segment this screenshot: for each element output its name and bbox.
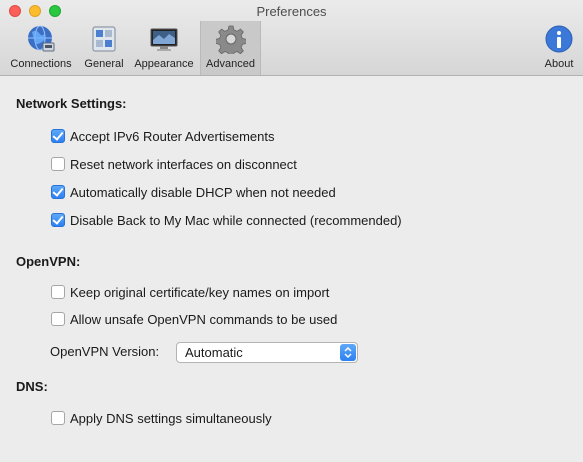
openvpn-version-label: OpenVPN Version: bbox=[50, 344, 160, 359]
checkbox-label: Apply DNS settings simultaneously bbox=[70, 410, 272, 426]
apply-dns-checkbox[interactable]: Apply DNS settings simultaneously bbox=[51, 410, 272, 426]
globe-network-icon bbox=[28, 25, 55, 52]
openvpn-version-select[interactable]: Automatic bbox=[176, 342, 358, 363]
disable-back-to-my-mac-checkbox[interactable]: Disable Back to My Mac while connected (… bbox=[51, 212, 402, 228]
checkbox-label: Reset network interfaces on disconnect bbox=[70, 156, 297, 172]
title-bar: Preferences Connections General Appearan… bbox=[0, 0, 583, 76]
checkbox-unchecked[interactable] bbox=[51, 157, 65, 171]
checkbox-checked[interactable] bbox=[51, 213, 65, 227]
accept-ipv6-checkbox[interactable]: Accept IPv6 Router Advertisements bbox=[51, 128, 274, 144]
allow-unsafe-commands-checkbox[interactable]: Allow unsafe OpenVPN commands to be used bbox=[51, 311, 337, 327]
preferences-window: Preferences Connections General Appearan… bbox=[0, 0, 583, 462]
checkbox-checked[interactable] bbox=[51, 185, 65, 199]
keep-cert-names-checkbox[interactable]: Keep original certificate/key names on i… bbox=[51, 284, 329, 300]
checkbox-unchecked[interactable] bbox=[51, 411, 65, 425]
checkbox-label: Automatically disable DHCP when not need… bbox=[70, 184, 336, 200]
openvpn-version-value: Automatic bbox=[185, 345, 243, 360]
toolbar-connections[interactable]: Connections bbox=[4, 21, 78, 75]
checkbox-label: Keep original certificate/key names on i… bbox=[70, 284, 330, 300]
toolbar-about[interactable]: About bbox=[536, 21, 582, 75]
chevron-updown-icon[interactable] bbox=[340, 344, 356, 361]
reset-interfaces-checkbox[interactable]: Reset network interfaces on disconnect bbox=[51, 156, 297, 172]
toolbar-appearance[interactable]: Appearance bbox=[130, 21, 198, 75]
checkbox-label: Accept IPv6 Router Advertisements bbox=[70, 128, 275, 144]
toolbar-general[interactable]: General bbox=[80, 21, 128, 75]
checkbox-label: Allow unsafe OpenVPN commands to be used bbox=[70, 311, 338, 327]
window-title: Preferences bbox=[256, 4, 327, 19]
display-icon bbox=[150, 28, 178, 51]
info-icon bbox=[545, 25, 573, 53]
disable-dhcp-checkbox[interactable]: Automatically disable DHCP when not need… bbox=[51, 184, 336, 200]
toolbar-label: General bbox=[84, 58, 124, 70]
openvpn-heading: OpenVPN: bbox=[16, 254, 81, 269]
dns-heading: DNS: bbox=[16, 379, 48, 394]
toolbar-advanced[interactable]: Advanced bbox=[200, 21, 261, 75]
checkbox-checked[interactable] bbox=[51, 129, 65, 143]
toolbar-label: Advanced bbox=[206, 58, 255, 70]
toolbar-label: Appearance bbox=[134, 58, 194, 70]
toolbar-label: About bbox=[544, 58, 574, 70]
checkbox-label: Disable Back to My Mac while connected (… bbox=[70, 212, 402, 228]
network-settings-heading: Network Settings: bbox=[16, 96, 127, 111]
checkbox-unchecked[interactable] bbox=[51, 285, 65, 299]
toolbar-label: Connections bbox=[10, 58, 72, 70]
switch-panel-icon bbox=[92, 26, 116, 52]
gear-icon bbox=[215, 25, 246, 54]
checkbox-unchecked[interactable] bbox=[51, 312, 65, 326]
